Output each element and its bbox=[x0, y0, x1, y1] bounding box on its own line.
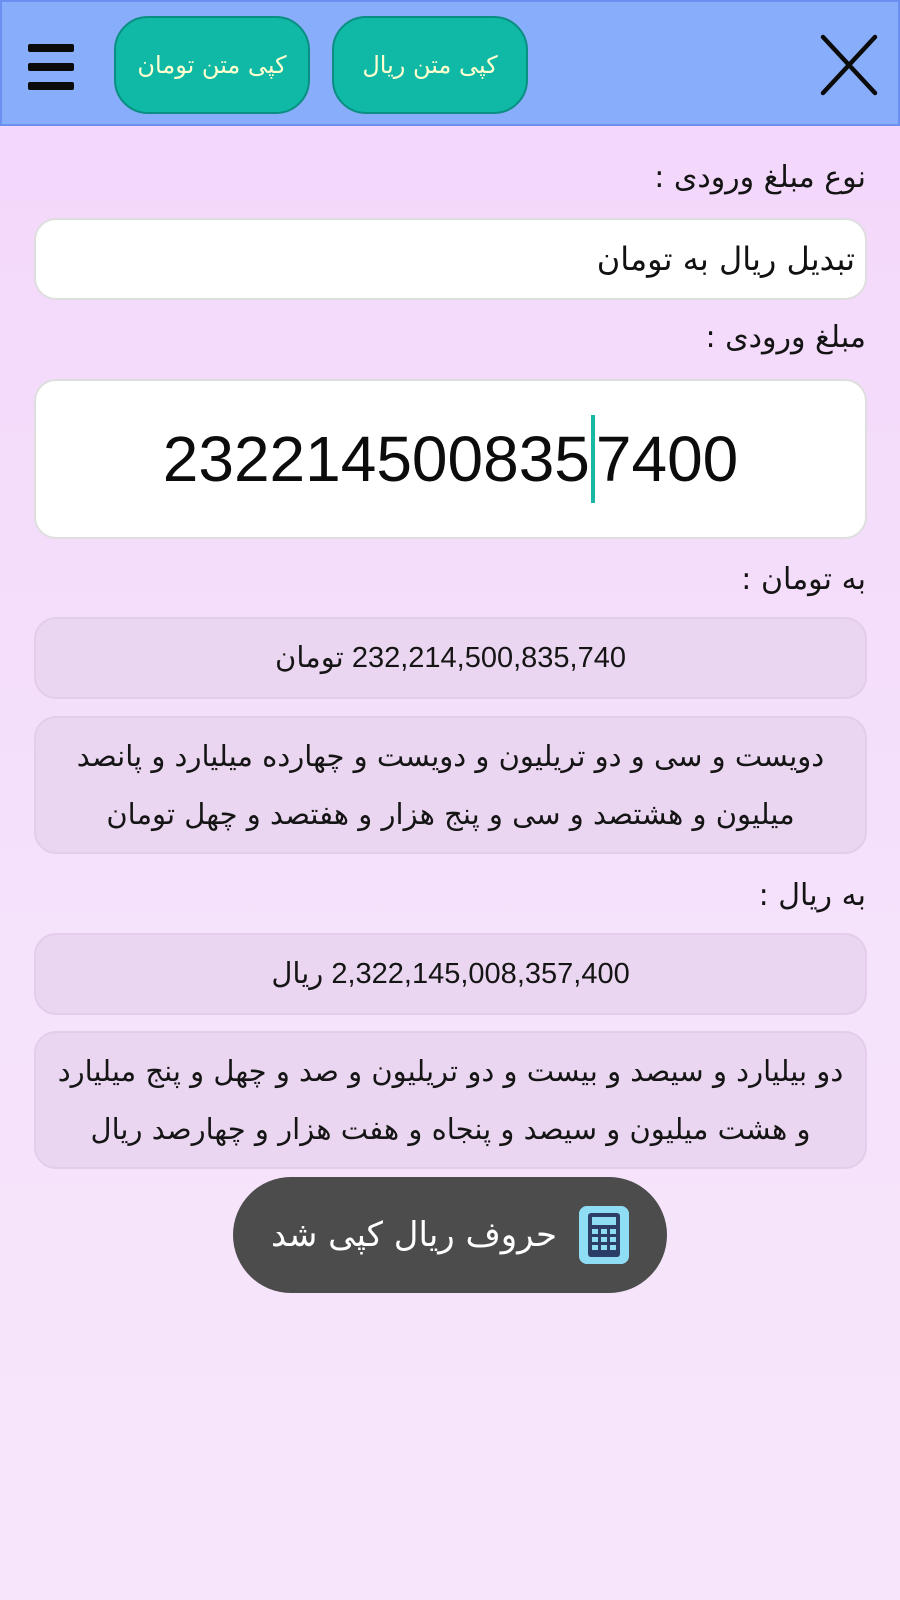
toman-number-output: 232,214,500,835,740 تومان bbox=[34, 617, 867, 699]
toman-label: به تومان : bbox=[741, 562, 866, 597]
calculator-icon bbox=[578, 1206, 629, 1264]
copy-toman-text-button[interactable]: کپی متن تومان bbox=[114, 16, 310, 114]
text-caret bbox=[590, 415, 595, 503]
close-icon[interactable] bbox=[820, 34, 878, 96]
rial-number-output: 2,322,145,008,357,400 ریال bbox=[34, 933, 867, 1015]
amount-input-text-after-caret: 7400 bbox=[595, 423, 739, 495]
toast-notification: حروف ریال کپی شد bbox=[233, 1177, 667, 1293]
input-type-label: نوع مبلغ ورودی : bbox=[654, 160, 866, 195]
top-toolbar: کپی متن تومان کپی متن ریال bbox=[0, 0, 900, 126]
hamburger-menu-icon[interactable] bbox=[28, 44, 74, 90]
toast-message: حروف ریال کپی شد bbox=[271, 1215, 557, 1255]
copy-rial-text-button[interactable]: کپی متن ریال bbox=[332, 16, 528, 114]
rial-words-output: دو بیلیارد و سیصد و بیست و دو تریلیون و … bbox=[34, 1031, 867, 1169]
rial-label: به ریال : bbox=[758, 878, 866, 913]
toman-words-output: دویست و سی و دو تریلیون و دویست و چهارده… bbox=[34, 716, 867, 854]
amount-input[interactable]: 232214500835 7400 bbox=[34, 379, 867, 539]
conversion-type-select[interactable]: تبدیل ریال به تومان bbox=[34, 218, 867, 300]
amount-input-text-before-caret: 232214500835 bbox=[162, 423, 590, 495]
input-amount-label: مبلغ ورودی : bbox=[705, 320, 866, 355]
